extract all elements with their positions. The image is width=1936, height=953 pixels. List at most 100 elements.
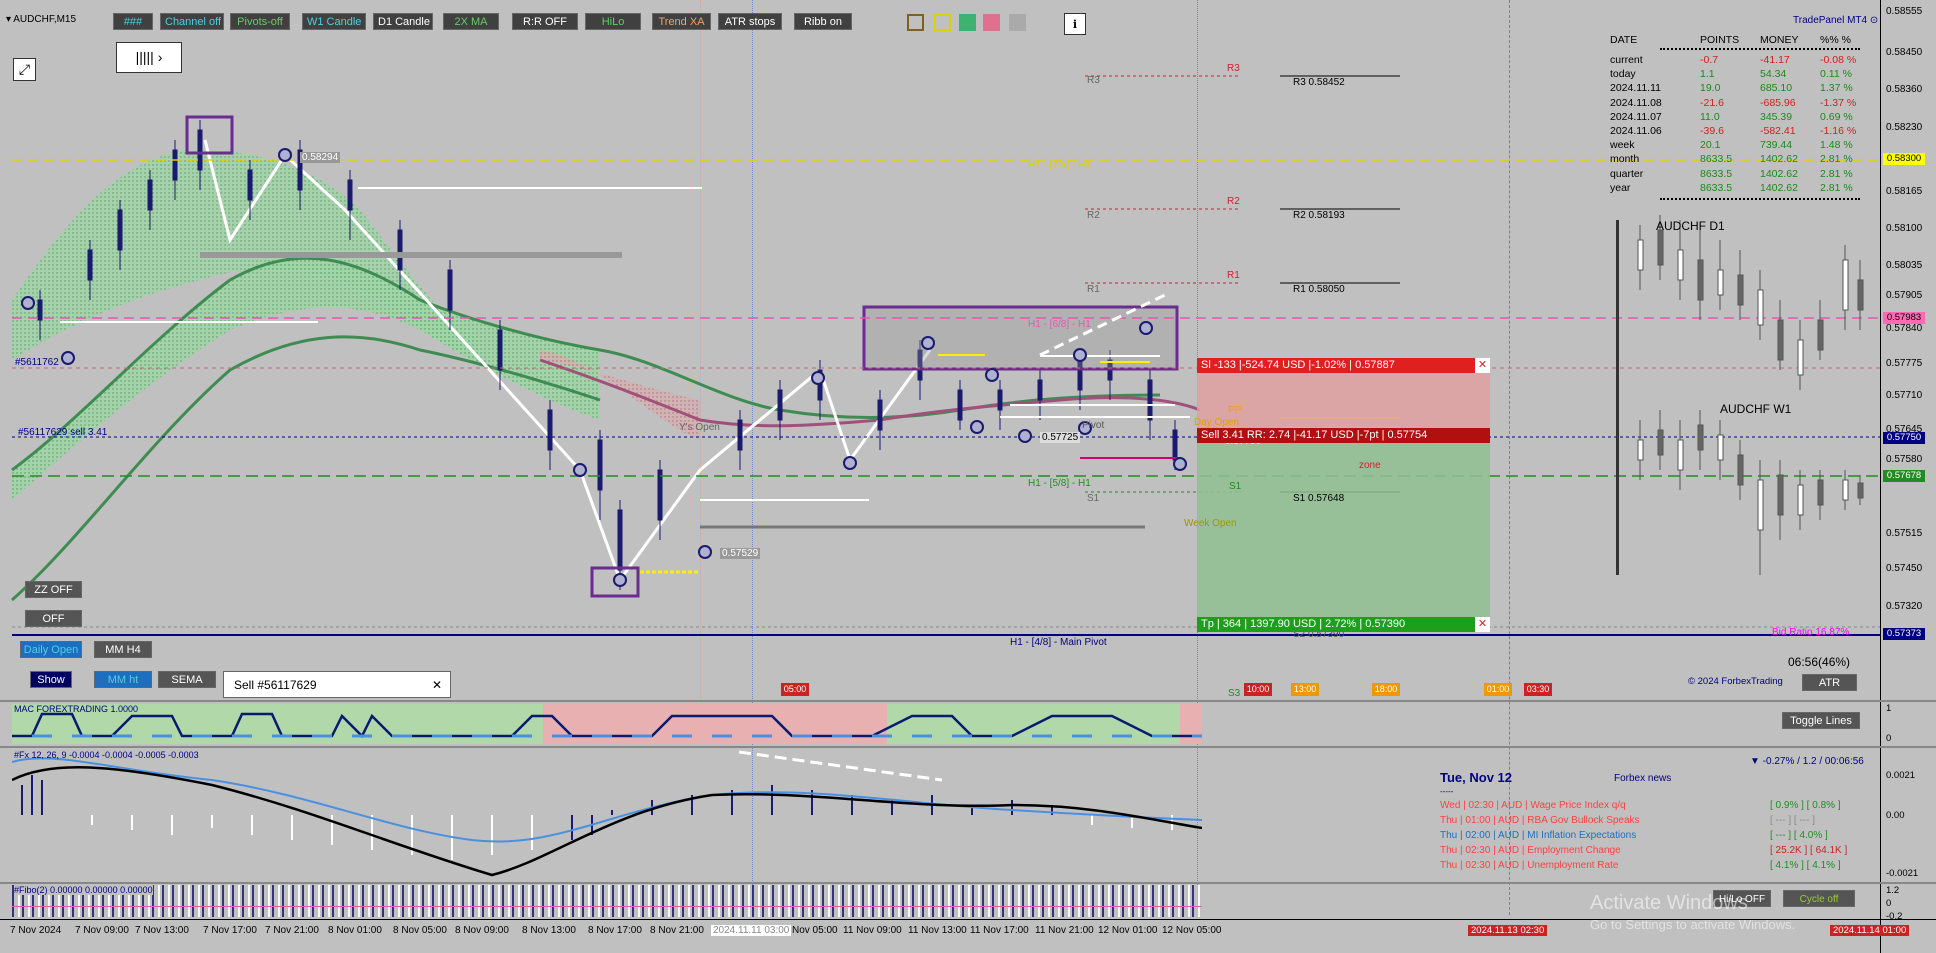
s3-label: S3 [1228, 688, 1241, 699]
show-button[interactable]: Show [30, 671, 72, 688]
news-row-text[interactable]: Thu | 02:00 | AUD | MI Inflation Expecta… [1440, 830, 1636, 841]
info-button[interactable]: i [1064, 13, 1086, 35]
price-axis-label: 0.58165 [1886, 186, 1923, 197]
time-axis-label: 8 Nov 13:00 [522, 925, 576, 936]
session-13: 13:00 [1291, 683, 1319, 696]
tp-close-icon[interactable]: ✕ [1475, 617, 1490, 632]
h1-78-label: H1 - [7/8] - H1 [1028, 160, 1091, 171]
channel-button[interactable]: Channel off [160, 13, 224, 30]
d1-title: AUDCHF D1 [1656, 219, 1725, 233]
news-source: Forbex news [1614, 773, 1672, 784]
news-row-text[interactable]: Thu | 01:00 | AUD | RBA Gov Bullock Spea… [1440, 815, 1640, 826]
mm-ht-button[interactable]: MM ht [94, 671, 152, 688]
bottom-title: #Fibo(2) 0.00000 0.00000 0.00000 [14, 885, 153, 895]
trade-panel-cell-date: week [1610, 139, 1635, 152]
news-row-text[interactable]: Thu | 02:30 | AUD | Unemployment Rate [1440, 860, 1618, 871]
r3-marker: R3 [1227, 63, 1240, 74]
panel-separator-2 [0, 746, 1936, 748]
pivots-button[interactable]: Pivots-off [230, 13, 290, 30]
trade-panel-cell-pct: 2.81 % [1820, 153, 1853, 166]
play-arrow-icon: › [157, 49, 163, 65]
hash-button[interactable]: ### [113, 13, 153, 30]
trade-panel-row: month 8633.5 1402.62 2.81 % [1610, 153, 1860, 167]
gear-icon[interactable]: ⊙ [1870, 15, 1878, 26]
trend-xa-button[interactable]: Trend XA [652, 13, 711, 30]
mm-h4-button[interactable]: MM H4 [94, 641, 152, 658]
news-row-text[interactable]: Thu | 02:30 | AUD | Employment Change [1440, 845, 1621, 856]
trade-panel-cell-date: 2024.11.08 [1610, 96, 1662, 109]
news-row-values: [ --- ] [ --- ] [1770, 815, 1815, 826]
entry-bar[interactable]: Sell 3.41 RR: 2.74 |-41.17 USD |-7pt | 0… [1197, 428, 1490, 443]
trade-panel-cell-date: today [1610, 68, 1636, 81]
tp-bar[interactable]: Tp | 364 | 1397.90 USD | 2.72% | 0.57390… [1197, 617, 1490, 632]
r1-value: R1 0.58050 [1293, 284, 1345, 295]
order-label-left: #5611762 [15, 357, 59, 368]
color-swatch-olive[interactable] [907, 14, 924, 31]
time-axis-label: 7 Nov 13:00 [135, 925, 189, 936]
news-rule: ----- [1440, 787, 1454, 796]
price-axis-label: 0.58555 [1886, 6, 1923, 17]
trade-panel-cell-date: month [1610, 153, 1640, 166]
color-swatch-pink[interactable] [983, 14, 1000, 31]
atr-stops-button[interactable]: ATR stops [718, 13, 782, 30]
sl-zone [1197, 366, 1490, 434]
ribbon-button[interactable]: Ribb on [794, 13, 852, 30]
price-tag: 0.57373 [1883, 628, 1925, 640]
trade-panel-cell-date: year [1610, 181, 1631, 194]
trade-panel-cell-money: 739.44 [1760, 139, 1793, 152]
hilo-button[interactable]: HiLo [585, 13, 641, 30]
sema-button[interactable]: SEMA [158, 671, 216, 688]
ma-button[interactable]: 2X MA [443, 13, 499, 30]
time-axis-label: 12 Nov 01:00 [1098, 925, 1158, 936]
trade-panel-cell-date: current [1610, 54, 1643, 66]
trade-panel-cell-pct: 0.69 % [1820, 110, 1853, 123]
trade-panel-row: 2024.11.08 -21.6 -685.96 -1.37 % [1610, 97, 1860, 111]
news-row-values: [ 0.9% ] [ 0.8% ] [1770, 800, 1841, 811]
time-axis-line [0, 919, 1936, 920]
news-row-text[interactable]: Wed | 02:30 | AUD | Wage Price Index q/q [1440, 800, 1626, 811]
off-button[interactable]: OFF [25, 610, 82, 627]
news-row-values: [ --- ] [ 4.0% ] [1770, 830, 1828, 841]
purple-box-top-left [185, 115, 234, 155]
atr-button[interactable]: ATR [1802, 674, 1857, 691]
bottom-scale-top: 1.2 [1886, 885, 1900, 896]
bottom-indicator-line [12, 906, 1202, 907]
macd-svg [12, 750, 1202, 877]
r3-value: R3 0.58452 [1293, 77, 1345, 88]
sl-close-icon[interactable]: ✕ [1475, 358, 1490, 373]
price-axis-label: 0.58360 [1886, 84, 1923, 95]
color-swatch-green[interactable] [959, 14, 976, 31]
toggle-lines-button[interactable]: Toggle Lines [1782, 712, 1860, 729]
playback-control[interactable]: ||||| › [116, 42, 182, 73]
w1-candle-button[interactable]: W1 Candle [302, 13, 366, 30]
trade-panel-row: 2024.11.11 19.0 685.10 1.37 % [1610, 82, 1860, 96]
d1-candle-button[interactable]: D1 Candle [373, 13, 433, 30]
sl-bar[interactable]: Sl -133 |-524.74 USD |-1.02% | 0.57887 ✕ [1197, 358, 1490, 373]
rr-button[interactable]: R:R OFF [512, 13, 578, 30]
bottom-scale-bottom: -0.2 [1886, 911, 1903, 922]
news-row-values: [ 4.1% ] [ 4.1% ] [1770, 860, 1841, 871]
order-bar[interactable]: Sell #56117629 ✕ [223, 671, 451, 698]
cycle-off-button[interactable]: Cycle off [1783, 890, 1855, 907]
color-swatch-yellow[interactable] [934, 14, 951, 31]
trade-panel-cell-money: 345.39 [1760, 110, 1793, 123]
zz-off-button[interactable]: ZZ OFF [25, 581, 82, 598]
trade-panel-row: today 1.1 54.34 0.11 % [1610, 68, 1860, 82]
session-01: 01:00 [1484, 683, 1512, 696]
mac-line-svg [12, 712, 1202, 739]
trade-panel-rule [1660, 48, 1860, 50]
news-header-right: ▼ -0.27% / 1.2 / 00:06:56 [1750, 756, 1864, 767]
order-close-icon[interactable]: ✕ [432, 672, 442, 699]
trade-panel-cell-pct: -1.16 % [1820, 125, 1857, 137]
mac-scale-1: 1 [1886, 703, 1892, 714]
price-axis-label: 0.58100 [1886, 223, 1923, 234]
price-axis-label: 0.57320 [1886, 601, 1923, 612]
color-swatch-gray[interactable] [1009, 14, 1026, 31]
daily-open-button[interactable]: Daily Open [20, 641, 82, 658]
trade-panel-table: DATE POINTS MONEY %% % current -0.7 -41.17… [1610, 34, 1860, 200]
time-axis-label: 7 Nov 2024 [10, 925, 62, 936]
s1-value: S1 0.57648 [1293, 493, 1345, 504]
expand-icon[interactable]: ⤢ [13, 58, 36, 81]
price-axis-label: 0.57450 [1886, 563, 1923, 574]
trade-panel-cell-points: 8633.5 [1700, 181, 1733, 194]
